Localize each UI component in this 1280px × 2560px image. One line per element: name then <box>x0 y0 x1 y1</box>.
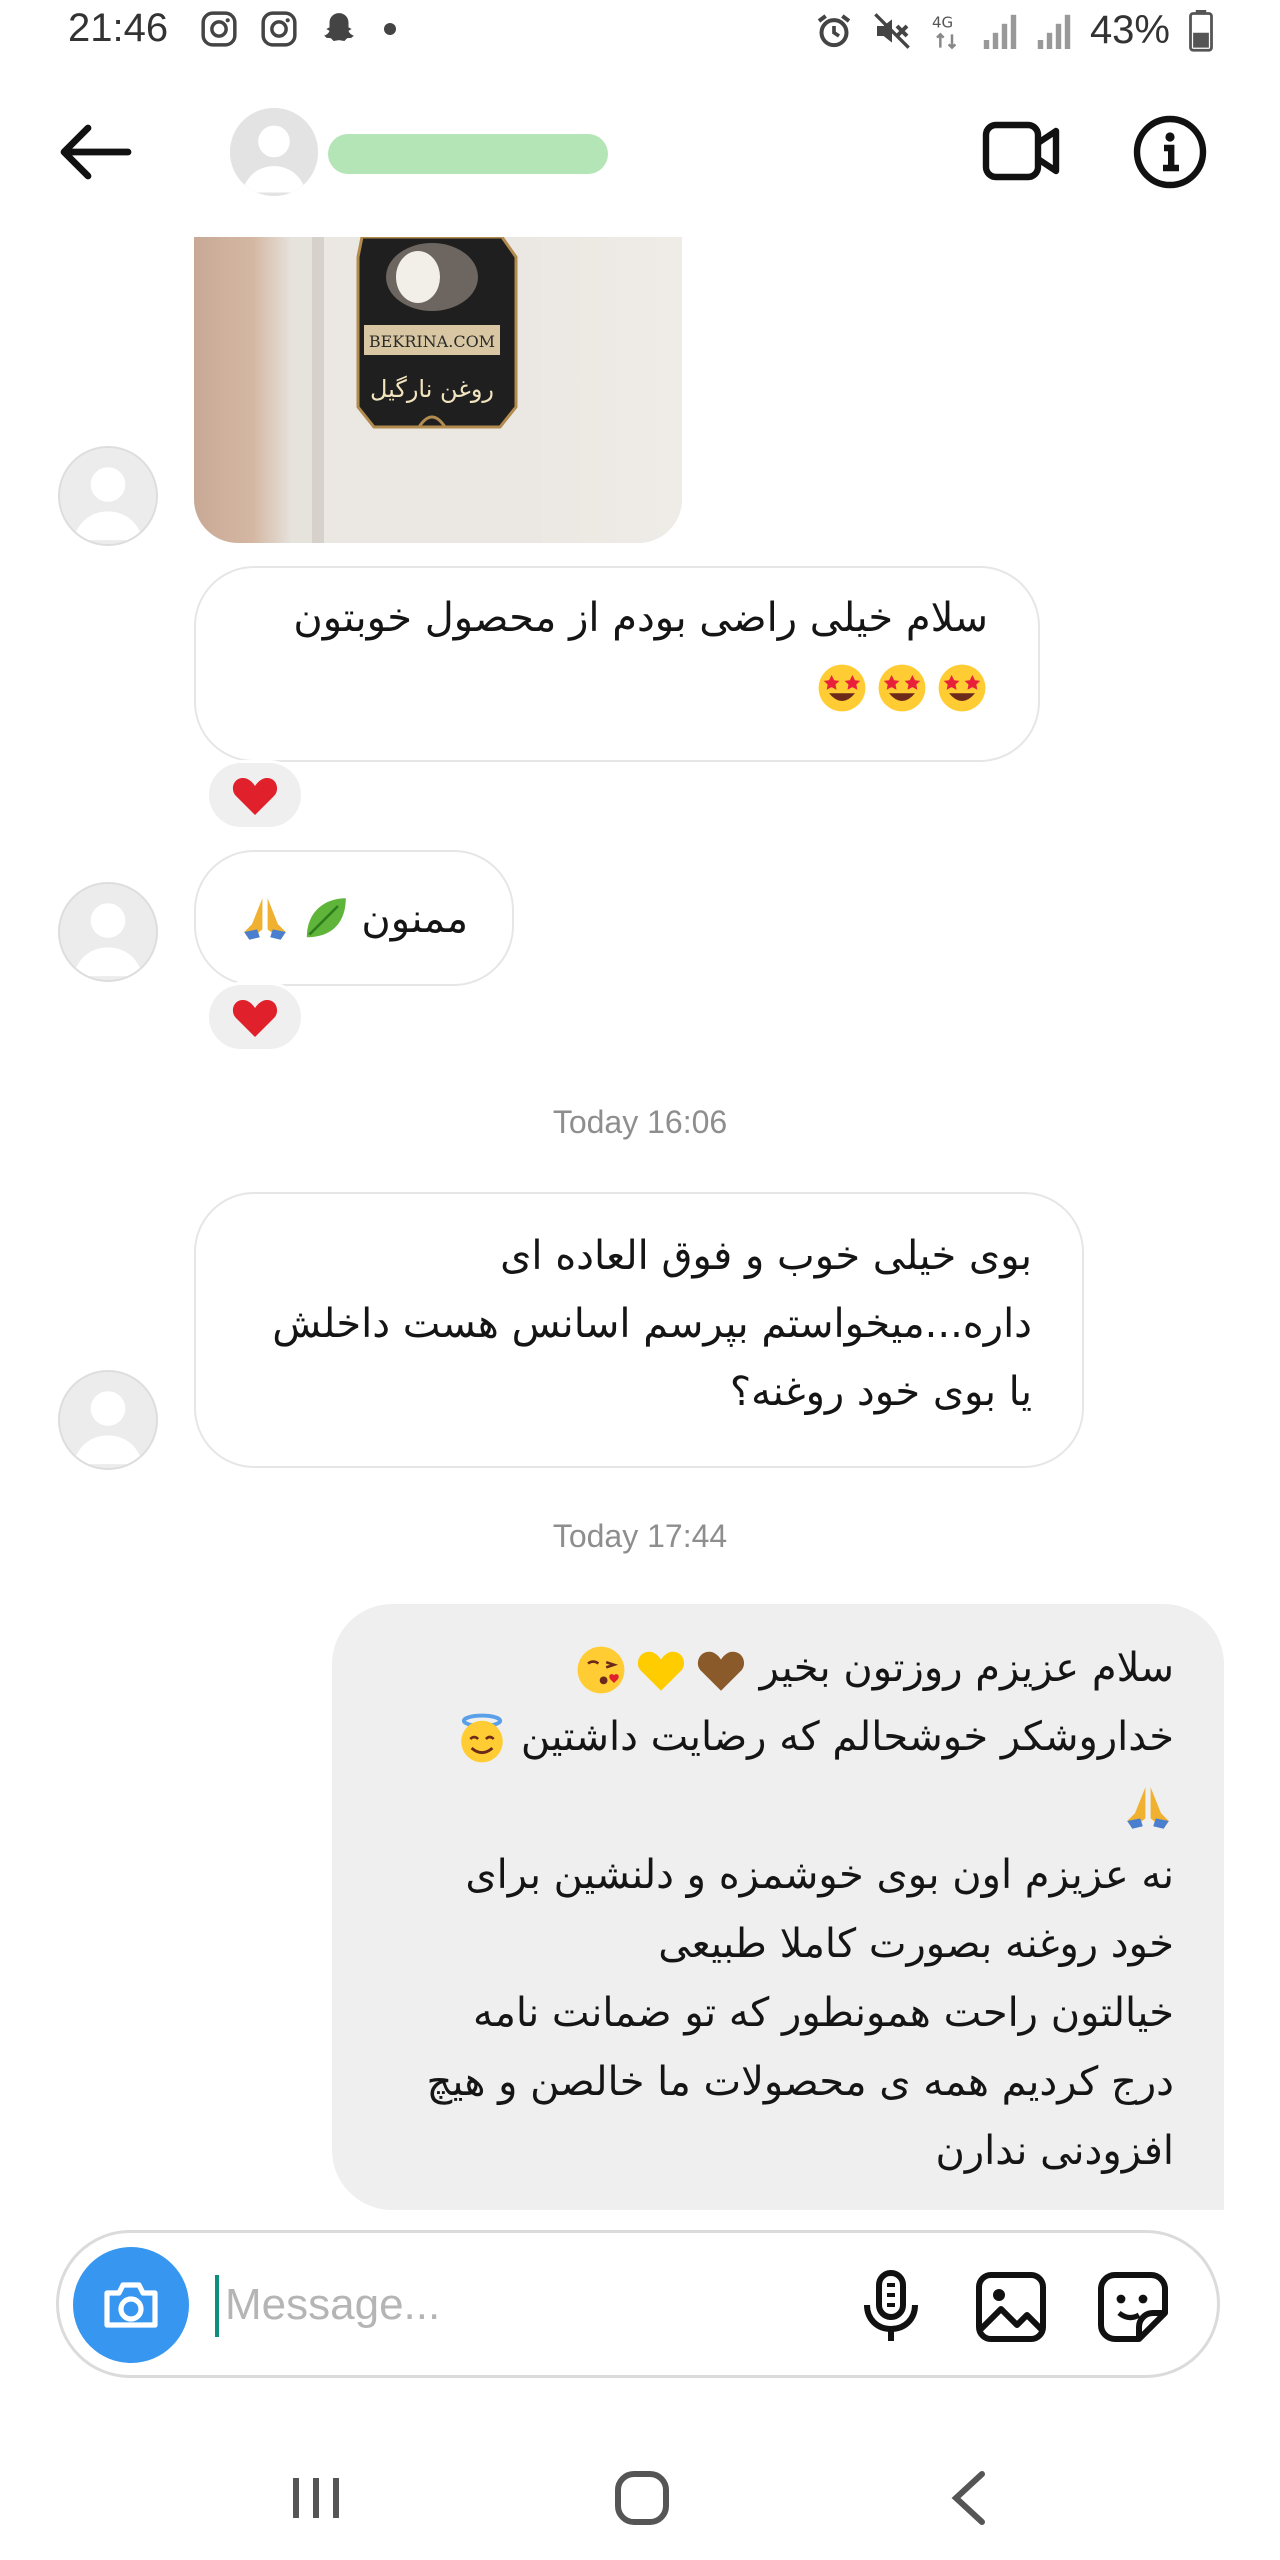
timestamp: Today 17:44 <box>552 1518 728 1554</box>
recent-apps-button[interactable] <box>288 2470 344 2526</box>
message-line: افزودنی ندارن <box>935 2128 1174 2174</box>
timestamp: Today 16:06 <box>552 1104 728 1140</box>
mute-icon <box>874 12 910 49</box>
text-caret <box>215 2275 219 2337</box>
system-navigation-bar <box>0 2440 1280 2560</box>
message-composer <box>56 2230 1220 2378</box>
chat-header <box>0 96 1280 208</box>
default-avatar-icon <box>60 448 156 544</box>
camera-icon <box>104 2282 158 2328</box>
message-bubble-incoming[interactable]: بوی خیلی خوب و فوق العاده ای داره...میخو… <box>194 1192 1084 1468</box>
smiling-face-with-halo-emoji-icon <box>461 1713 503 1763</box>
home-icon <box>615 2471 669 2525</box>
message-line: یا بوی خود روغنه؟ <box>729 1369 1032 1415</box>
star-struck-emoji-icon <box>938 664 986 712</box>
status-system-icons: 4G 43% <box>814 8 1214 53</box>
camera-button[interactable] <box>73 2247 189 2363</box>
message-line: خیالتون راحت همونطور که تو ضمانت نامه <box>473 1990 1174 2036</box>
message-line: درج کردیم همه ی محصولات ما خالصن و هیچ <box>426 2059 1174 2105</box>
gallery-icon <box>976 2272 1046 2342</box>
video-call-icon <box>982 121 1060 181</box>
status-notification-icons <box>200 10 400 48</box>
svg-text:4G: 4G <box>932 13 953 31</box>
video-call-button[interactable] <box>982 116 1062 186</box>
heart-icon <box>232 1000 278 1037</box>
message-line: سلام عزیزم روزتون بخیر <box>372 1634 1174 1703</box>
message-line <box>372 1772 1174 1841</box>
recents-icon <box>293 2478 339 2518</box>
message-bubble-incoming[interactable]: سلام خیلی راضی بودم از محصول خوبتون <box>194 566 1040 762</box>
sticker-button[interactable] <box>1095 2269 1171 2345</box>
signal-icon <box>983 14 1017 49</box>
message-text: سلام خیلی راضی بودم از محصول خوبتون <box>293 595 988 641</box>
network-4g-icon: 4G <box>932 13 957 49</box>
status-bar: 21:46 4G 43% <box>0 0 1280 64</box>
heart-reaction[interactable] <box>206 982 304 1052</box>
product-photo[interactable]: BEKRINA.COM روغن نارگیل <box>194 237 682 543</box>
brown-heart-emoji-icon <box>697 1651 744 1691</box>
product-brand-label: BEKRINA.COM <box>369 332 495 351</box>
signal-icon <box>1037 14 1071 49</box>
message-bubble-outgoing[interactable]: سلام عزیزم روزتون بخیر خداروشکر خوشحالم … <box>332 1604 1224 2210</box>
back-arrow-icon <box>60 124 132 180</box>
sender-avatar[interactable] <box>58 446 158 546</box>
message-line: خداروشکر خوشحالم که رضایت داشتین <box>372 1703 1174 1772</box>
star-struck-emoji-icon <box>818 664 866 712</box>
message-bubble-incoming[interactable]: ممنون <box>194 850 514 986</box>
info-button[interactable] <box>1132 114 1208 190</box>
heart-icon <box>232 778 278 815</box>
instagram-icon <box>261 11 297 47</box>
emoji-group <box>239 893 351 945</box>
yellow-heart-emoji-icon <box>637 1651 684 1691</box>
battery-icon <box>1189 9 1213 52</box>
system-back-button[interactable] <box>946 2468 990 2528</box>
default-avatar-icon <box>230 108 318 196</box>
contact-name-redacted[interactable] <box>328 134 608 174</box>
star-struck-emoji-icon <box>878 664 926 712</box>
leaf-emoji-icon <box>307 898 347 938</box>
contact-avatar[interactable] <box>230 108 318 196</box>
voice-message-button[interactable] <box>855 2269 927 2345</box>
kissing-face-emoji-icon <box>577 1646 625 1694</box>
sender-avatar[interactable] <box>58 882 158 982</box>
coconut-oil-bottle-image: BEKRINA.COM روغن نارگیل <box>194 237 682 543</box>
message-line: بوی خیلی خوب و فوق العاده ای <box>500 1233 1032 1279</box>
emoji-group <box>575 1644 747 1696</box>
gallery-button[interactable] <box>973 2269 1049 2345</box>
message-line: خود روغنه بصورت کاملا طبیعی <box>658 1921 1174 1967</box>
default-avatar-icon <box>60 1372 156 1468</box>
alarm-icon <box>817 13 851 47</box>
instagram-icon <box>201 11 237 47</box>
home-button[interactable] <box>612 2468 672 2528</box>
heart-reaction[interactable] <box>206 760 304 830</box>
product-name-label: روغن نارگیل <box>370 375 494 403</box>
message-line: نه عزیزم اون بوی خوشمزه و دلنشین برای <box>465 1852 1174 1898</box>
chevron-left-icon <box>951 2471 985 2525</box>
dot-icon <box>384 23 396 35</box>
back-button[interactable] <box>56 118 136 186</box>
microphone-icon <box>864 2270 918 2341</box>
battery-percentage: 43% <box>1089 8 1170 52</box>
folded-hands-emoji-icon <box>1127 1787 1169 1829</box>
message-text: ممنون <box>361 896 468 942</box>
sticker-icon <box>1098 2272 1168 2342</box>
status-time: 21:46 <box>68 6 169 50</box>
default-avatar-icon <box>60 884 156 980</box>
message-line: داره...میخواستم بپرسم اسانس هست داخلش <box>272 1301 1032 1347</box>
snapchat-icon <box>324 13 354 42</box>
sender-avatar[interactable] <box>58 1370 158 1470</box>
folded-hands-emoji-icon <box>244 898 287 940</box>
emoji-group <box>816 662 988 714</box>
info-icon <box>1133 115 1207 189</box>
message-input[interactable] <box>225 2269 825 2341</box>
